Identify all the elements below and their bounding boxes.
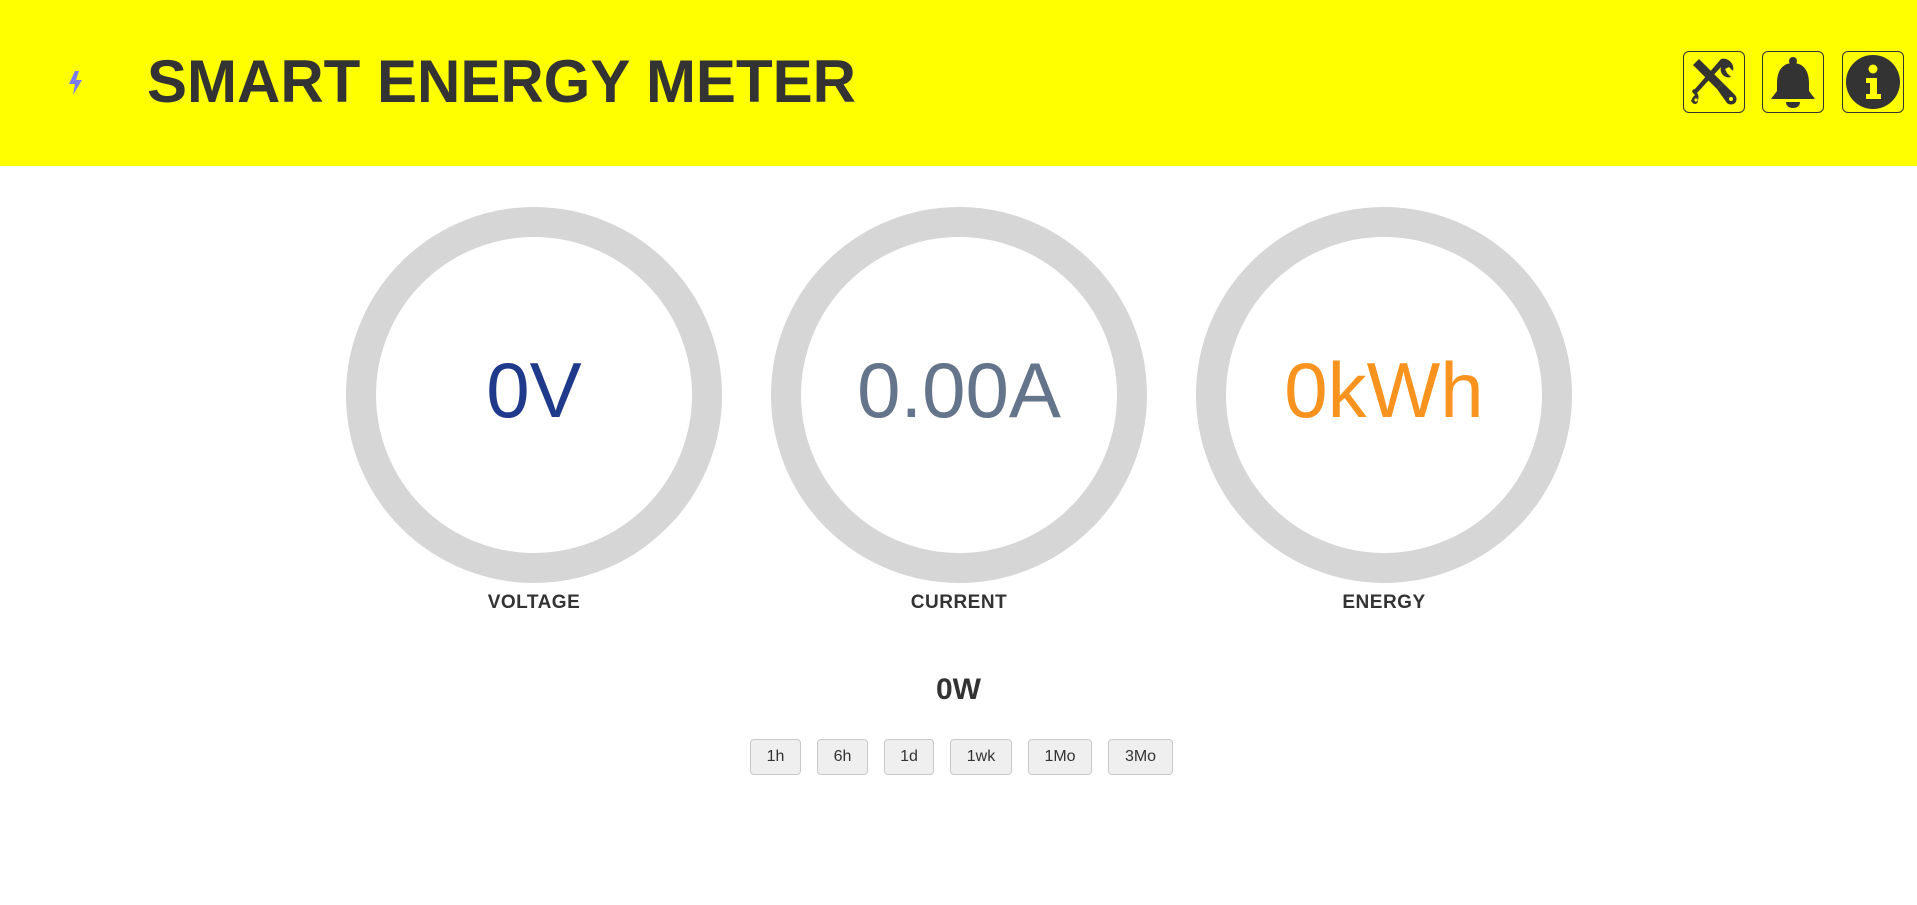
range-button-3mo[interactable]: 3Mo [1108, 739, 1173, 775]
voltage-gauge: 0V [346, 207, 722, 583]
current-label: CURRENT [910, 592, 1008, 613]
voltage-label: VOLTAGE [487, 592, 581, 613]
energy-label: ENERGY [1342, 592, 1426, 613]
range-button-6h[interactable]: 6h [817, 739, 868, 775]
power-value: 0W [936, 673, 981, 706]
current-value: 0.00A [857, 346, 1061, 434]
current-gauge: 0.00A [771, 207, 1147, 583]
settings-tools-icon [1691, 58, 1737, 105]
info-icon [1846, 55, 1900, 109]
lightning-bolt-icon [69, 71, 82, 95]
energy-value: 0kWh [1284, 346, 1484, 434]
info-button[interactable] [1842, 51, 1904, 113]
settings-button[interactable] [1683, 51, 1745, 113]
voltage-value: 0V [486, 346, 582, 434]
range-button-1d[interactable]: 1d [884, 739, 934, 775]
range-button-1h[interactable]: 1h [750, 739, 801, 775]
range-button-1mo[interactable]: 1Mo [1028, 739, 1092, 775]
page-title: SMART ENERGY METER [147, 48, 856, 115]
notifications-button[interactable] [1762, 51, 1824, 113]
time-range-selector: 1h 6h 1d 1wk 1Mo 3Mo [750, 739, 1173, 775]
energy-gauge: 0kWh [1196, 207, 1572, 583]
app-header: SMART ENERGY METER [0, 0, 1917, 166]
bell-icon [1771, 57, 1815, 108]
range-button-1wk[interactable]: 1wk [950, 739, 1012, 775]
